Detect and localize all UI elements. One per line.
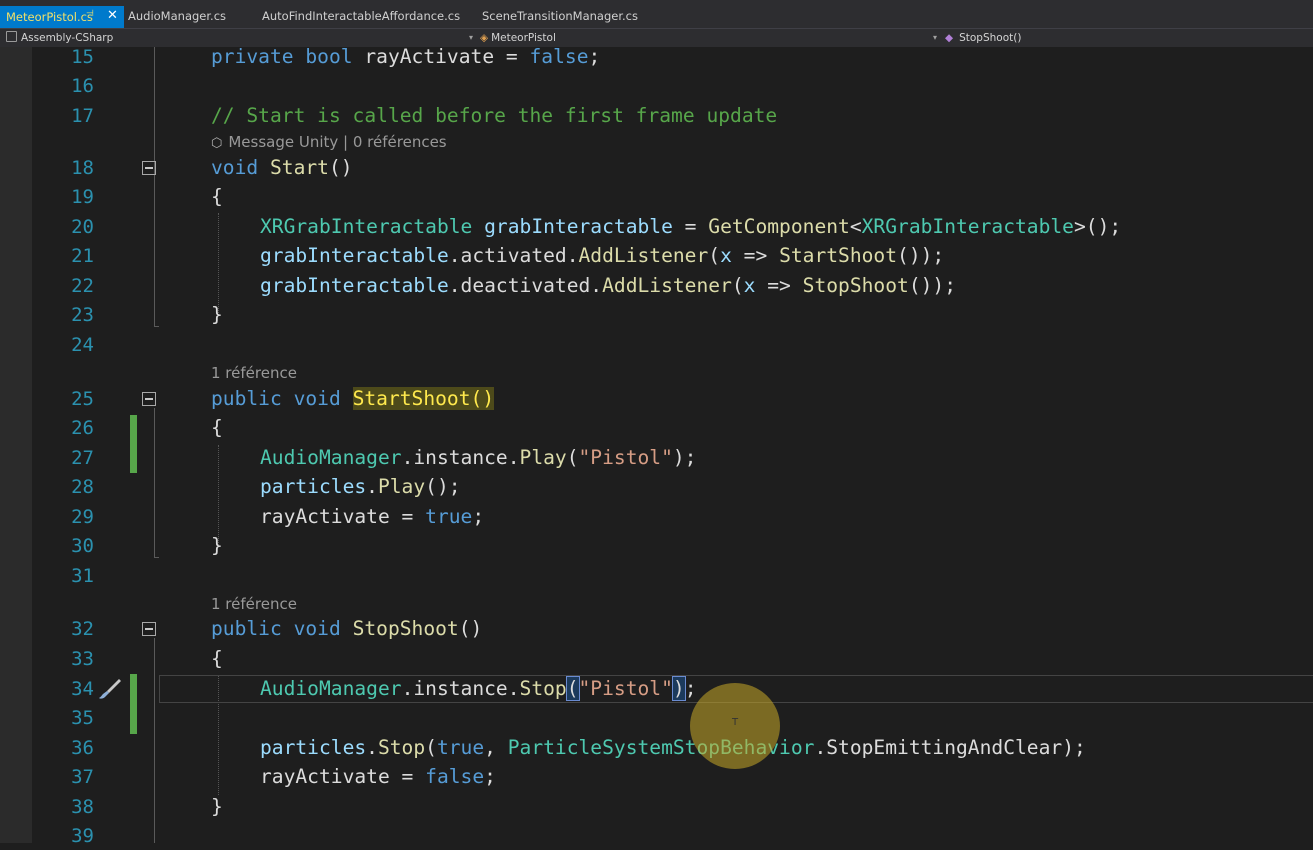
line-code[interactable]: }: [211, 793, 223, 821]
text-cursor-icon: T: [732, 717, 739, 728]
line-code[interactable]: grabInteractable.activated.AddListener(x…: [260, 242, 944, 270]
codelens-message-unity[interactable]: ⬡ Message Unity | 0 références: [211, 131, 447, 155]
collapse-toggle[interactable]: [142, 161, 156, 175]
tab-label: SceneTransitionManager.cs: [482, 9, 638, 23]
line-code[interactable]: }: [211, 301, 223, 329]
tab-audiomanager[interactable]: AudioManager.cs: [128, 6, 226, 26]
line-number: 17: [71, 105, 94, 127]
line-number: 34: [71, 678, 94, 700]
unity-cube-icon: ⬡: [211, 136, 223, 151]
line-code[interactable]: public void StopShoot(): [211, 615, 482, 643]
line-number: 19: [71, 186, 94, 208]
code-line: 18 void Start(): [0, 154, 1313, 182]
tab-meteorpistol[interactable]: MeteorPistol.cs ⊣ ✕: [0, 6, 124, 28]
quick-actions-brush-icon[interactable]: [97, 676, 123, 702]
line-code[interactable]: rayActivate = true;: [260, 503, 484, 531]
code-line: 15 private bool rayActivate = false;: [0, 43, 1313, 71]
code-line: 36 particles.Stop(true, ParticleSystemSt…: [0, 734, 1313, 762]
code-line: 31: [0, 562, 1313, 590]
code-editor[interactable]: 15 private bool rayActivate = false; 16 …: [0, 45, 1313, 847]
line-number: 18: [71, 157, 94, 179]
line-number: 22: [71, 275, 94, 297]
collapse-toggle[interactable]: [142, 622, 156, 636]
code-line: 25 public void StartShoot(): [0, 385, 1313, 413]
code-line: 29 rayActivate = true;: [0, 503, 1313, 531]
collapse-toggle[interactable]: [142, 392, 156, 406]
close-icon[interactable]: ✕: [107, 7, 121, 23]
line-code[interactable]: {: [211, 414, 223, 442]
code-line: 38 }: [0, 793, 1313, 821]
line-code[interactable]: public void StartShoot(): [211, 385, 495, 413]
line-number: 31: [71, 565, 94, 587]
line-number: 23: [71, 304, 94, 326]
line-code[interactable]: XRGrabInteractable grabInteractable = Ge…: [260, 213, 1121, 241]
code-line: 16: [0, 72, 1313, 100]
code-line: 22 grabInteractable.deactivated.AddListe…: [0, 272, 1313, 300]
code-line: 26 {: [0, 414, 1313, 442]
code-line: 24: [0, 331, 1313, 359]
code-line: 20 XRGrabInteractable grabInteractable =…: [0, 213, 1313, 241]
code-line: 37 rayActivate = false;: [0, 763, 1313, 791]
line-code[interactable]: {: [211, 183, 223, 211]
line-number: 39: [71, 825, 94, 847]
code-line: 33 {: [0, 645, 1313, 673]
line-number: 35: [71, 707, 94, 729]
code-line: 28 particles.Play();: [0, 473, 1313, 501]
line-code[interactable]: AudioManager.instance.Stop("Pistol");: [260, 675, 696, 703]
code-line: 39: [0, 822, 1313, 850]
line-number: 28: [71, 476, 94, 498]
line-code[interactable]: void Start(): [211, 154, 353, 182]
line-code[interactable]: particles.Stop(true, ParticleSystemStopB…: [260, 734, 1086, 762]
line-number: 25: [71, 388, 94, 410]
tab-label: AutoFindInteractableAffordance.cs: [262, 9, 461, 23]
code-line: 32 public void StopShoot(): [0, 615, 1313, 643]
line-number: 20: [71, 216, 94, 238]
line-code[interactable]: }: [211, 532, 223, 560]
line-number: 33: [71, 648, 94, 670]
line-number: 32: [71, 618, 94, 640]
line-number: 30: [71, 535, 94, 557]
tab-scenetransitionmanager[interactable]: SceneTransitionManager.cs: [482, 6, 638, 26]
code-line: 19 {: [0, 183, 1313, 211]
line-code[interactable]: AudioManager.instance.Play("Pistol");: [260, 444, 696, 472]
line-number: 21: [71, 245, 94, 267]
code-line: 21 grabInteractable.activated.AddListene…: [0, 242, 1313, 270]
code-line: 17 // Start is called before the first f…: [0, 102, 1313, 130]
tab-bar: MeteorPistol.cs ⊣ ✕ AudioManager.cs Auto…: [0, 0, 1313, 28]
line-number: 24: [71, 334, 94, 356]
line-number: 26: [71, 417, 94, 439]
tab-label: AudioManager.cs: [128, 9, 227, 23]
line-number: 36: [71, 737, 94, 759]
pin-icon[interactable]: ⊣: [86, 9, 96, 19]
line-code[interactable]: rayActivate = false;: [260, 763, 496, 791]
csharp-project-icon: [6, 31, 17, 42]
codelens-references[interactable]: 1 référence: [211, 593, 297, 615]
code-line: 30 }: [0, 532, 1313, 560]
line-number: 27: [71, 447, 94, 469]
code-line: 27 AudioManager.instance.Play("Pistol");: [0, 444, 1313, 472]
line-code[interactable]: private bool rayActivate = false;: [211, 43, 600, 71]
line-code[interactable]: particles.Play();: [260, 473, 461, 501]
line-number: 37: [71, 766, 94, 788]
line-number: 15: [71, 46, 94, 68]
line-code[interactable]: // Start is called before the first fram…: [211, 102, 777, 130]
tab-label: MeteorPistol.cs: [6, 10, 93, 24]
line-number: 29: [71, 506, 94, 528]
line-code[interactable]: grabInteractable.deactivated.AddListener…: [260, 272, 956, 300]
tab-autofindinteractableaffordance[interactable]: AutoFindInteractableAffordance.cs: [262, 6, 460, 26]
codelens-references[interactable]: 1 référence: [211, 362, 297, 384]
code-line: 23 }: [0, 301, 1313, 329]
line-code[interactable]: {: [211, 645, 223, 673]
line-number: 16: [71, 75, 94, 97]
code-line-current: 34 AudioManager.instance.Stop("Pistol");: [0, 675, 1313, 703]
line-number: 38: [71, 796, 94, 818]
code-line: 35: [0, 704, 1313, 732]
